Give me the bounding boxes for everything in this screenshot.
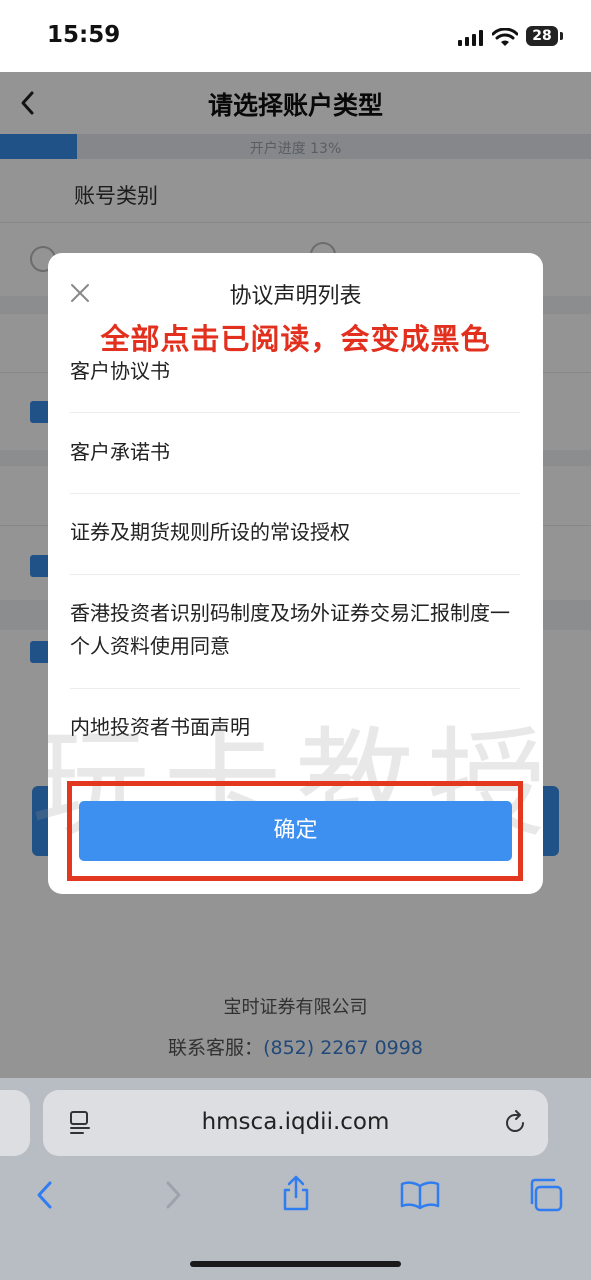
share-icon[interactable]	[281, 1174, 311, 1212]
confirm-button[interactable]: 确定	[79, 801, 512, 861]
wifi-icon	[492, 28, 518, 46]
battery-indicator: 28	[526, 26, 558, 46]
bookmarks-icon[interactable]	[400, 1180, 440, 1210]
agreement-item[interactable]: 香港投资者识别码制度及场外证券交易汇报制度一个人资料使用同意	[70, 597, 520, 663]
item-divider	[70, 412, 520, 413]
previous-tab-pill[interactable]	[0, 1090, 30, 1156]
signal-icon	[458, 30, 483, 46]
agreement-item[interactable]: 客户承诺书	[70, 436, 520, 469]
tabs-icon[interactable]	[526, 1177, 564, 1213]
item-divider	[70, 493, 520, 494]
reload-icon[interactable]	[502, 1109, 528, 1137]
url-text[interactable]: hmsca.iqdii.com	[43, 1109, 548, 1135]
status-time: 15:59	[47, 22, 121, 48]
modal-title: 协议声明列表	[229, 284, 362, 309]
agreement-item[interactable]: 客户协议书	[70, 355, 520, 388]
item-divider	[70, 574, 520, 575]
annotation-hint: 全部点击已阅读，会变成黑色	[100, 322, 491, 356]
agreement-item[interactable]: 证券及期货规则所设的常设授权	[70, 516, 520, 549]
battery-nub	[560, 32, 563, 40]
browser-back-icon[interactable]	[34, 1180, 56, 1210]
browser-forward-icon[interactable]	[162, 1180, 184, 1210]
home-indicator	[190, 1261, 401, 1267]
